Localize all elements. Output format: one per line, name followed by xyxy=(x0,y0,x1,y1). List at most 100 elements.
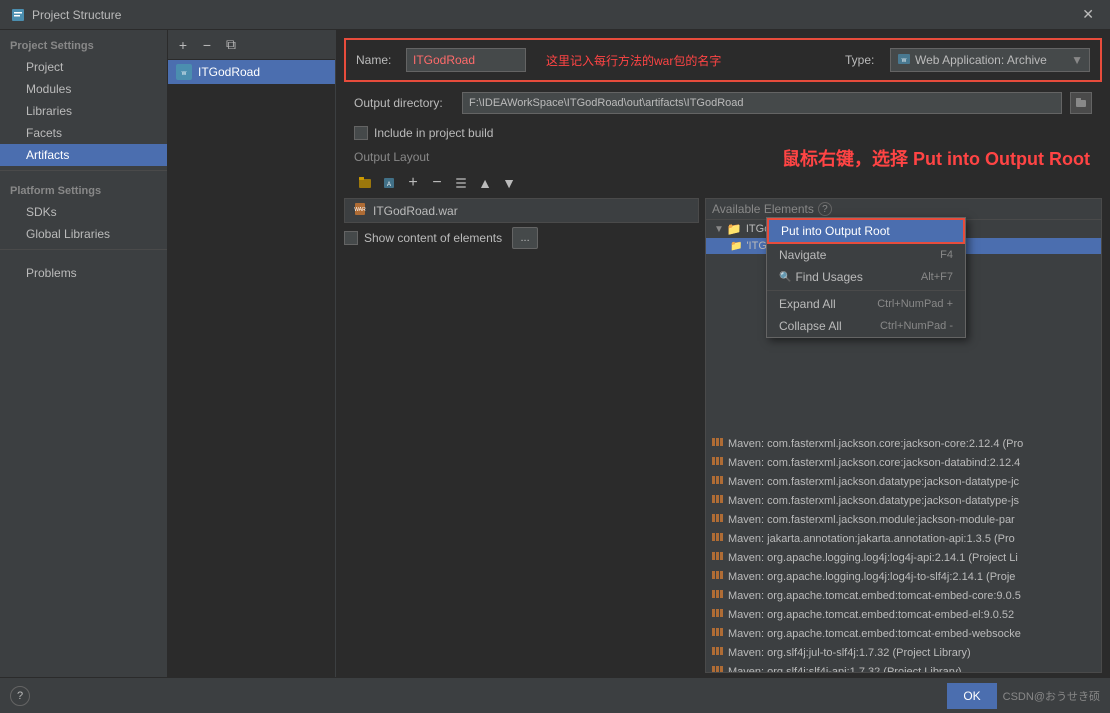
available-list-item[interactable]: Maven: org.apache.tomcat.embed:tomcat-em… xyxy=(706,605,1101,624)
main-layout: Project Settings Project Modules Librari… xyxy=(0,30,1110,677)
show-content-checkbox[interactable] xyxy=(344,231,358,245)
sidebar-item-project[interactable]: Project xyxy=(0,56,167,78)
bottom-right: OK CSDN@おうせき硕 xyxy=(947,683,1100,709)
output-panel: WAR ITGodRoad.war xyxy=(344,198,699,223)
sidebar: Project Settings Project Modules Librari… xyxy=(0,30,168,677)
split-panel: WAR ITGodRoad.war Show content of elemen… xyxy=(344,198,1102,673)
watermark: CSDN@おうせき硕 xyxy=(1003,688,1100,704)
output-dir-input[interactable] xyxy=(462,92,1062,114)
sidebar-divider xyxy=(0,170,167,171)
properties-btn[interactable] xyxy=(450,172,472,194)
up-btn[interactable]: ▲ xyxy=(474,172,496,194)
put-into-output-label: Put into Output Root xyxy=(781,224,890,238)
available-list-item[interactable]: Maven: org.slf4j:slf4j-api:1.7.32 (Proje… xyxy=(706,662,1101,673)
artifact-item[interactable]: W ITGodRoad xyxy=(168,60,335,84)
down-btn[interactable]: ▼ xyxy=(498,172,520,194)
sidebar-item-facets[interactable]: Facets xyxy=(0,122,167,144)
sidebar-item-sdks[interactable]: SDKs xyxy=(0,201,167,223)
context-menu-collapse-all[interactable]: Collapse All Ctrl+NumPad - xyxy=(767,315,965,337)
close-button[interactable]: ✕ xyxy=(1076,4,1100,25)
maven-icon xyxy=(712,645,724,660)
maven-items-list: Maven: com.fasterxml.jackson.core:jackso… xyxy=(706,434,1101,673)
maven-icon xyxy=(712,493,724,508)
help-button[interactable]: ? xyxy=(10,686,30,706)
find-usages-label: Find Usages xyxy=(795,270,862,284)
available-list-item[interactable]: Maven: org.slf4j:jul-to-slf4j:1.7.32 (Pr… xyxy=(706,643,1101,662)
available-list-item[interactable]: Maven: com.fasterxml.jackson.core:jackso… xyxy=(706,453,1101,472)
sidebar-item-global-libraries[interactable]: Global Libraries xyxy=(0,223,167,245)
navigate-shortcut: F4 xyxy=(940,249,953,261)
type-label: Type: xyxy=(845,53,880,67)
available-list-item[interactable]: Maven: org.apache.logging.log4j:log4j-to… xyxy=(706,567,1101,586)
svg-text:W: W xyxy=(902,58,907,64)
settings-btn[interactable]: ... xyxy=(512,227,538,249)
context-menu-put-output[interactable]: Put into Output Root xyxy=(767,218,965,244)
context-menu-expand-all[interactable]: Expand All Ctrl+NumPad + xyxy=(767,293,965,315)
type-select[interactable]: W Web Application: Archive ▼ xyxy=(890,48,1090,72)
sidebar-item-modules[interactable]: Modules xyxy=(0,78,167,100)
maven-icon xyxy=(712,569,724,584)
add-artifact-btn[interactable]: + xyxy=(172,34,194,56)
bottom-bar: ? OK CSDN@おうせき硕 xyxy=(0,677,1110,713)
bottom-left: ? xyxy=(10,686,30,706)
remove-artifact-btn[interactable]: − xyxy=(196,34,218,56)
output-item-label: ITGodRoad.war xyxy=(373,204,458,218)
available-list-item[interactable]: Maven: com.fasterxml.jackson.datatype:ja… xyxy=(706,491,1101,510)
expand-all-shortcut: Ctrl+NumPad + xyxy=(877,298,953,310)
output-item-war[interactable]: WAR ITGodRoad.war xyxy=(345,199,698,222)
maven-icon xyxy=(712,550,724,565)
svg-text:W: W xyxy=(182,71,187,77)
type-dropdown-arrow[interactable]: ▼ xyxy=(1071,53,1083,67)
subfolder-icon: 📁 xyxy=(730,241,742,252)
title-bar-title: Project Structure xyxy=(32,8,1076,22)
sidebar-item-libraries[interactable]: Libraries xyxy=(0,100,167,122)
find-usages-shortcut: Alt+F7 xyxy=(921,271,953,283)
content-area: + − ⧉ W xyxy=(168,30,1110,677)
maven-icon xyxy=(712,474,724,489)
artifact-toolbar: + − ⧉ xyxy=(168,30,335,60)
navigate-label: Navigate xyxy=(779,248,826,262)
show-content-label: Show content of elements xyxy=(364,231,502,245)
artifact-item-icon: W xyxy=(176,64,192,80)
available-list-item[interactable]: Maven: org.apache.tomcat.embed:tomcat-em… xyxy=(706,586,1101,605)
archive-btn[interactable]: A xyxy=(378,172,400,194)
title-bar: Project Structure ✕ xyxy=(0,0,1110,30)
war-file-icon: WAR xyxy=(353,202,367,219)
context-menu-find-usages[interactable]: 🔍 Find Usages Alt+F7 xyxy=(767,266,965,288)
browse-btn[interactable] xyxy=(1070,92,1092,114)
available-list-item[interactable]: Maven: org.apache.tomcat.embed:tomcat-em… xyxy=(706,624,1101,643)
available-elements-help-icon[interactable]: ? xyxy=(818,202,832,216)
available-list-item[interactable]: Maven: org.apache.logging.log4j:log4j-ap… xyxy=(706,548,1101,567)
collapse-all-shortcut: Ctrl+NumPad - xyxy=(880,320,953,332)
ok-button[interactable]: OK xyxy=(947,683,996,709)
available-list-item[interactable]: Maven: com.fasterxml.jackson.module:jack… xyxy=(706,510,1101,529)
include-in-build-label: Include in project build xyxy=(374,126,493,140)
available-list-item[interactable]: Maven: com.fasterxml.jackson.datatype:ja… xyxy=(706,472,1101,491)
svg-text:A: A xyxy=(387,182,391,188)
context-menu-navigate[interactable]: Navigate F4 xyxy=(767,244,965,266)
available-elements-label: Available Elements xyxy=(712,202,814,216)
type-value: Web Application: Archive xyxy=(915,53,1047,67)
context-menu: Put into Output Root Navigate F4 🔍 Fi xyxy=(766,217,966,338)
name-input[interactable] xyxy=(406,48,526,72)
name-type-row: Name: 这里记入每行方法的war包的名字 Type: W Web Appli… xyxy=(344,38,1102,82)
context-menu-divider xyxy=(767,290,965,291)
title-bar-icon xyxy=(10,7,26,23)
include-in-build-row: Include in project build xyxy=(344,122,1102,144)
add-elem-btn[interactable]: + xyxy=(402,172,424,194)
find-usages-icon: 🔍 xyxy=(779,272,791,283)
output-dir-row: Output directory: xyxy=(344,88,1102,118)
maven-icon xyxy=(712,664,724,673)
include-in-build-checkbox[interactable] xyxy=(354,126,368,140)
remove-elem-btn[interactable]: − xyxy=(426,172,448,194)
available-list-item[interactable]: Maven: com.fasterxml.jackson.core:jackso… xyxy=(706,434,1101,453)
output-dir-label: Output directory: xyxy=(354,96,454,110)
folder-icon: 📁 xyxy=(727,222,742,236)
copy-artifact-btn[interactable]: ⧉ xyxy=(220,34,242,56)
maven-icon xyxy=(712,436,724,451)
sidebar-item-artifacts[interactable]: Artifacts xyxy=(0,144,167,166)
maven-icon xyxy=(712,455,724,470)
new-folder-btn[interactable] xyxy=(354,172,376,194)
sidebar-item-problems[interactable]: Problems xyxy=(0,262,167,284)
available-list-item[interactable]: Maven: jakarta.annotation:jakarta.annota… xyxy=(706,529,1101,548)
